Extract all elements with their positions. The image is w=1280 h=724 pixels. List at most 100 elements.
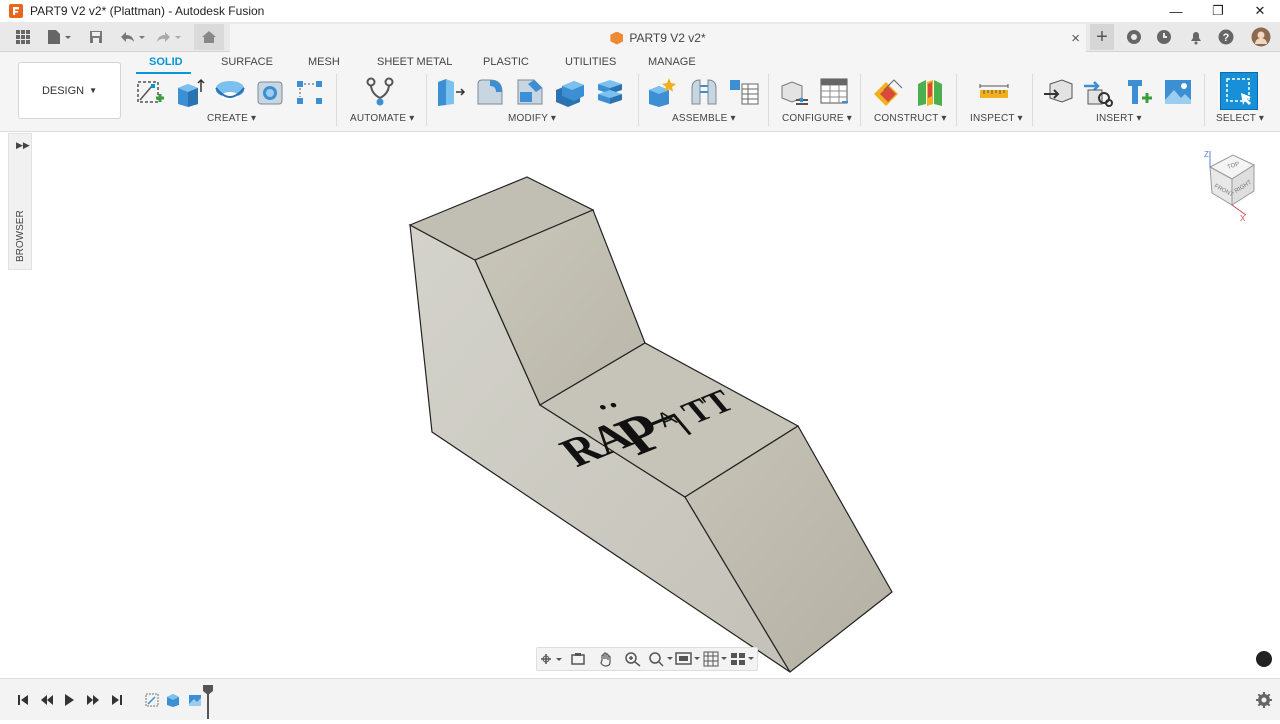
home-icon[interactable] <box>194 24 224 50</box>
display-settings-icon[interactable] <box>675 648 703 670</box>
close-tab-button[interactable]: × <box>1071 30 1080 47</box>
timeline-decal-feature[interactable] <box>186 691 204 709</box>
rectangular-pattern-icon[interactable] <box>294 76 326 108</box>
tab-surface[interactable]: SURFACE <box>221 56 273 68</box>
inspect-menu[interactable]: INSPECT ▾ <box>970 113 1023 124</box>
viewcube[interactable]: TOP FRONT RIGHT Z X <box>1198 149 1268 229</box>
browser-label: BROWSER <box>15 210 26 262</box>
construct-menu[interactable]: CONSTRUCT ▾ <box>874 113 947 124</box>
assemble-menu[interactable]: ASSEMBLE ▾ <box>672 113 736 124</box>
fusion-app-icon <box>9 4 23 18</box>
extensions-icon[interactable] <box>1124 26 1144 48</box>
go-to-start-icon[interactable] <box>14 691 32 709</box>
insert-mcmaster-icon[interactable] <box>1122 76 1154 108</box>
select-menu[interactable]: SELECT ▾ <box>1216 113 1264 124</box>
step-forward-icon[interactable] <box>84 691 102 709</box>
tab-sheet-metal[interactable]: SHEET METAL <box>377 56 452 68</box>
workspace-switcher[interactable]: DESIGN ▼ <box>18 62 121 119</box>
user-avatar[interactable] <box>1250 26 1272 48</box>
insert-mesh-icon[interactable] <box>1082 76 1114 108</box>
select-icon[interactable] <box>1220 72 1258 110</box>
grid-settings-icon[interactable] <box>702 648 730 670</box>
save-icon[interactable] <box>86 26 106 48</box>
configuration-table-icon[interactable] <box>818 76 850 108</box>
configure-menu[interactable]: CONFIGURE ▾ <box>782 113 852 124</box>
insert-derive-icon[interactable] <box>1042 76 1074 108</box>
timeline-marker[interactable] <box>203 685 213 719</box>
axis-x-label: X <box>1240 214 1246 223</box>
press-pull-icon[interactable] <box>434 76 466 108</box>
offset-plane-icon[interactable] <box>872 76 904 108</box>
step-back-icon[interactable] <box>38 691 56 709</box>
configure-label: CONFIGURE <box>782 113 844 124</box>
midplane-icon[interactable] <box>914 76 946 108</box>
redo-icon[interactable] <box>152 26 184 48</box>
assemble-label: ASSEMBLE <box>672 113 728 124</box>
minimize-button[interactable]: — <box>1156 0 1196 22</box>
comments-icon[interactable] <box>1256 651 1272 667</box>
restore-button[interactable]: ❐ <box>1198 0 1238 22</box>
timeline-settings-icon[interactable] <box>1255 691 1273 709</box>
timeline-extrude-feature[interactable] <box>164 691 182 709</box>
automate-icon[interactable] <box>364 76 396 108</box>
shell-icon[interactable] <box>554 76 586 108</box>
zoom-icon[interactable] <box>620 648 648 670</box>
ribbon-divider <box>1204 74 1205 126</box>
browser-panel-collapsed[interactable]: ▶▶ BROWSER <box>8 133 32 270</box>
chevron-down-icon: ▼ <box>89 86 98 95</box>
undo-icon[interactable] <box>116 26 148 48</box>
model-3d-view[interactable]: RA P A TT <box>0 133 1280 678</box>
fillet-icon[interactable] <box>474 76 506 108</box>
job-status-icon[interactable] <box>1154 26 1174 48</box>
pan-icon[interactable] <box>592 648 620 670</box>
go-to-end-icon[interactable] <box>108 691 126 709</box>
ribbon-divider <box>860 74 861 126</box>
axis-z-label: Z <box>1204 150 1209 159</box>
hole-icon[interactable] <box>254 76 286 108</box>
tab-manage[interactable]: MANAGE <box>648 56 696 68</box>
insert-label: INSERT <box>1096 113 1134 124</box>
combine-icon[interactable] <box>594 76 626 108</box>
new-component-icon[interactable] <box>646 76 678 108</box>
apps-grid-icon[interactable] <box>12 26 34 48</box>
ribbon-divider <box>768 74 769 126</box>
joint-icon[interactable] <box>688 76 720 108</box>
tab-solid[interactable]: SOLID <box>149 56 183 68</box>
document-tab[interactable]: PART9 V2 v2* × <box>230 24 1086 52</box>
close-window-button[interactable]: ✕ <box>1240 0 1280 22</box>
tab-utilities[interactable]: UTILITIES <box>565 56 616 68</box>
canvas-viewport[interactable]: RA P A TT TOP FRONT RIGHT Z X <box>0 133 1280 678</box>
construct-label: CONSTRUCT <box>874 113 939 124</box>
modify-menu[interactable]: MODIFY ▾ <box>508 113 556 124</box>
fit-icon[interactable] <box>647 648 675 670</box>
file-menu-icon[interactable] <box>44 26 74 48</box>
chamfer-icon[interactable] <box>514 76 546 108</box>
look-at-icon[interactable] <box>565 648 593 670</box>
bill-of-materials-icon[interactable] <box>728 76 760 108</box>
tab-mesh[interactable]: MESH <box>308 56 340 68</box>
expand-panel-icon[interactable]: ▶▶ <box>16 140 30 151</box>
timeline-sketch-feature[interactable] <box>143 691 161 709</box>
automate-menu[interactable]: AUTOMATE ▾ <box>350 113 414 124</box>
svg-text:?: ? <box>1223 32 1230 44</box>
create-menu[interactable]: CREATE ▾ <box>207 113 256 124</box>
timeline-bar <box>0 678 1280 720</box>
create-sketch-icon[interactable] <box>134 76 166 108</box>
tab-plastic[interactable]: PLASTIC <box>483 56 529 68</box>
ribbon-divider <box>956 74 957 126</box>
revolve-icon[interactable] <box>214 76 246 108</box>
ribbon-divider <box>638 74 639 126</box>
extrude-icon[interactable] <box>174 76 206 108</box>
insert-canvas-icon[interactable] <box>1162 76 1194 108</box>
configure-design-icon[interactable] <box>778 76 810 108</box>
measure-icon[interactable] <box>978 76 1010 108</box>
automate-label: AUTOMATE <box>350 113 407 124</box>
orbit-icon[interactable] <box>537 648 565 670</box>
window-title: PART9 V2 v2* (Plattman) - Autodesk Fusio… <box>30 4 265 18</box>
insert-menu[interactable]: INSERT ▾ <box>1096 113 1142 124</box>
notifications-icon[interactable] <box>1186 26 1206 48</box>
help-icon[interactable]: ? <box>1216 26 1236 48</box>
new-tab-button[interactable]: + <box>1090 24 1114 50</box>
viewports-icon[interactable] <box>730 648 758 670</box>
play-icon[interactable] <box>60 691 78 709</box>
